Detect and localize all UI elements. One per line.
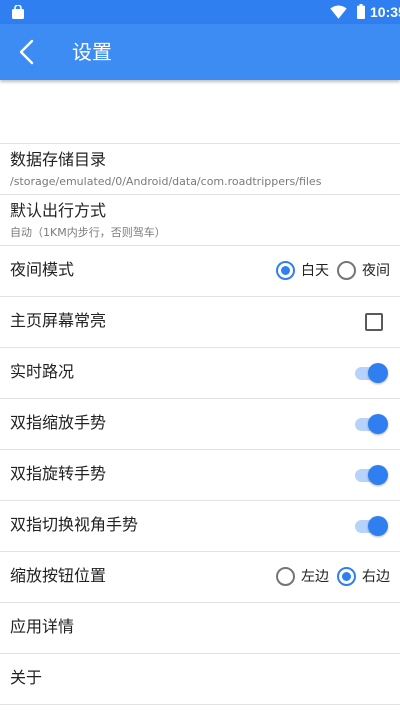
battery-icon: [357, 4, 365, 19]
setting-rotate[interactable]: 双指旋转手势: [0, 450, 400, 501]
switch-thumb: [368, 363, 388, 383]
radio-right-label: 右边: [362, 568, 390, 585]
radio-option-night[interactable]: 夜间: [337, 261, 390, 280]
settings-list: 数据存储目录 /storage/emulated/0/Android/data/…: [0, 143, 400, 705]
app-details-label: 应用详情: [10, 617, 75, 636]
rotate-label: 双指旋转手势: [10, 464, 107, 483]
pinch-zoom-label: 双指缩放手势: [10, 413, 107, 432]
night-mode-label: 夜间模式: [10, 260, 75, 279]
setting-travel-mode[interactable]: 默认出行方式 自动（1KM内步行，否则驾车）: [0, 195, 400, 246]
night-mode-radio-group: 白天 夜间: [268, 261, 390, 280]
radio-option-day[interactable]: 白天: [276, 261, 329, 280]
status-time: 10:35: [370, 4, 400, 20]
setting-app-details[interactable]: 应用详情: [0, 603, 400, 654]
travel-mode-value: 自动（1KM内步行，否则驾车）: [10, 226, 166, 239]
traffic-switch[interactable]: [355, 363, 388, 383]
radio-night-label: 夜间: [362, 262, 390, 279]
app-bar: 设置: [0, 24, 400, 80]
storage-dir-value: /storage/emulated/0/Android/data/com.roa…: [10, 175, 322, 188]
setting-night-mode: 夜间模式 白天 夜间: [0, 246, 400, 297]
setting-keep-screen-on[interactable]: 主页屏幕常亮: [0, 297, 400, 348]
storage-dir-label: 数据存储目录: [10, 150, 107, 169]
tilt-switch[interactable]: [355, 516, 388, 536]
zoom-buttons-radio-group: 左边 右边: [268, 567, 390, 586]
switch-thumb: [368, 516, 388, 536]
setting-pinch-zoom[interactable]: 双指缩放手势: [0, 399, 400, 450]
switch-thumb: [368, 465, 388, 485]
radio-left-label: 左边: [301, 568, 329, 585]
pinch-zoom-switch[interactable]: [355, 414, 388, 434]
setting-tilt[interactable]: 双指切换视角手势: [0, 501, 400, 552]
back-arrow-icon[interactable]: [14, 38, 42, 66]
travel-mode-label: 默认出行方式: [10, 201, 107, 220]
rotate-switch[interactable]: [355, 465, 388, 485]
radio-right[interactable]: [337, 567, 356, 586]
radio-night[interactable]: [337, 261, 356, 280]
radio-option-right[interactable]: 右边: [337, 567, 390, 586]
radio-option-left[interactable]: 左边: [276, 567, 329, 586]
setting-about[interactable]: 关于: [0, 654, 400, 705]
setting-zoom-buttons: 缩放按钮位置 左边 右边: [0, 552, 400, 603]
wifi-icon: [330, 5, 347, 19]
radio-day-label: 白天: [301, 262, 329, 279]
about-label: 关于: [10, 668, 43, 687]
keep-screen-on-checkbox[interactable]: [365, 313, 383, 331]
setting-storage-dir[interactable]: 数据存储目录 /storage/emulated/0/Android/data/…: [0, 144, 400, 195]
status-bar: 10:35: [0, 0, 400, 24]
switch-thumb: [368, 414, 388, 434]
radio-day[interactable]: [276, 261, 295, 280]
tilt-label: 双指切换视角手势: [10, 515, 139, 534]
zoom-buttons-label: 缩放按钮位置: [10, 566, 107, 585]
page-title: 设置: [72, 40, 112, 64]
radio-left[interactable]: [276, 567, 295, 586]
traffic-label: 实时路况: [10, 362, 75, 381]
shopping-bag-icon: [12, 5, 24, 19]
keep-screen-on-label: 主页屏幕常亮: [10, 311, 107, 330]
setting-traffic[interactable]: 实时路况: [0, 348, 400, 399]
